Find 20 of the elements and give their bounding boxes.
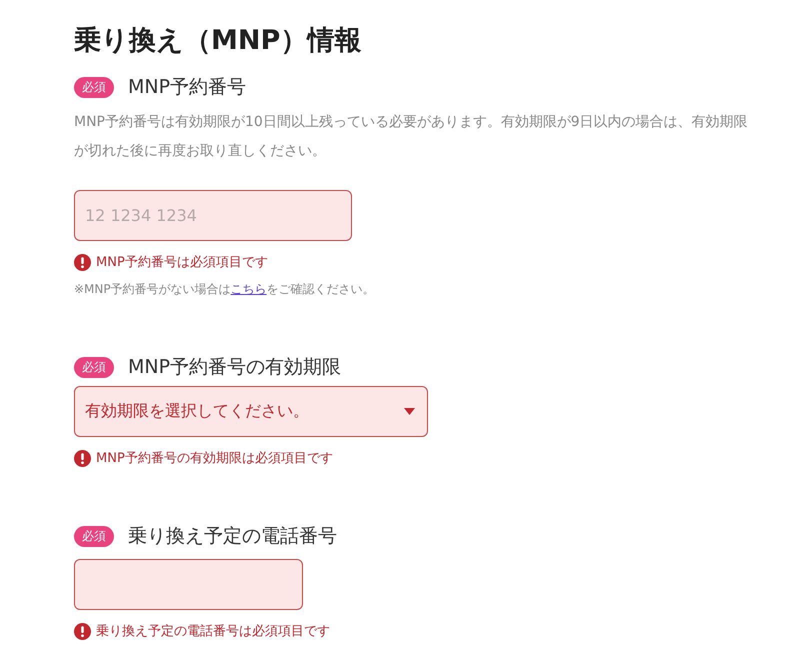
select-field[interactable]: 有効期限を選択してください。	[74, 386, 428, 437]
help-note: ※MNP予約番号がない場合は こちら をご確認ください。	[74, 281, 376, 298]
exclamation-icon	[74, 450, 91, 466]
required-badge: 必須	[74, 526, 114, 546]
field-description: MNP予約番号は有効期限が10日間以上残っている必要があります。有効期限が9日以内の場合は、有効期限が切れた後に再度お取り直しください。	[74, 113, 749, 161]
required-badge: 必須	[74, 356, 114, 378]
field-label: MNP予約番号の有効期限	[128, 355, 342, 380]
exclamation-icon	[74, 622, 91, 640]
field-label: MNP予約番号	[128, 75, 246, 100]
error-message: MNP予約番号の有効期限は必須項目です	[96, 450, 333, 467]
help-link[interactable]: こちら	[230, 282, 267, 296]
required-badge: 必須	[74, 76, 114, 98]
section-title: 乗り換え（MNP）情報	[74, 24, 362, 58]
caret-icon	[404, 408, 415, 415]
input-field[interactable]: 12 1234 1234	[74, 190, 352, 241]
error-message: MNP予約番号は必須項目です	[96, 254, 268, 271]
error-message: 乗り換え予定の電話番号は必須項目です	[96, 623, 330, 640]
field-label: 乗り換え予定の電話番号	[128, 524, 337, 549]
exclamation-icon	[74, 254, 91, 270]
input-field[interactable]	[74, 559, 303, 610]
